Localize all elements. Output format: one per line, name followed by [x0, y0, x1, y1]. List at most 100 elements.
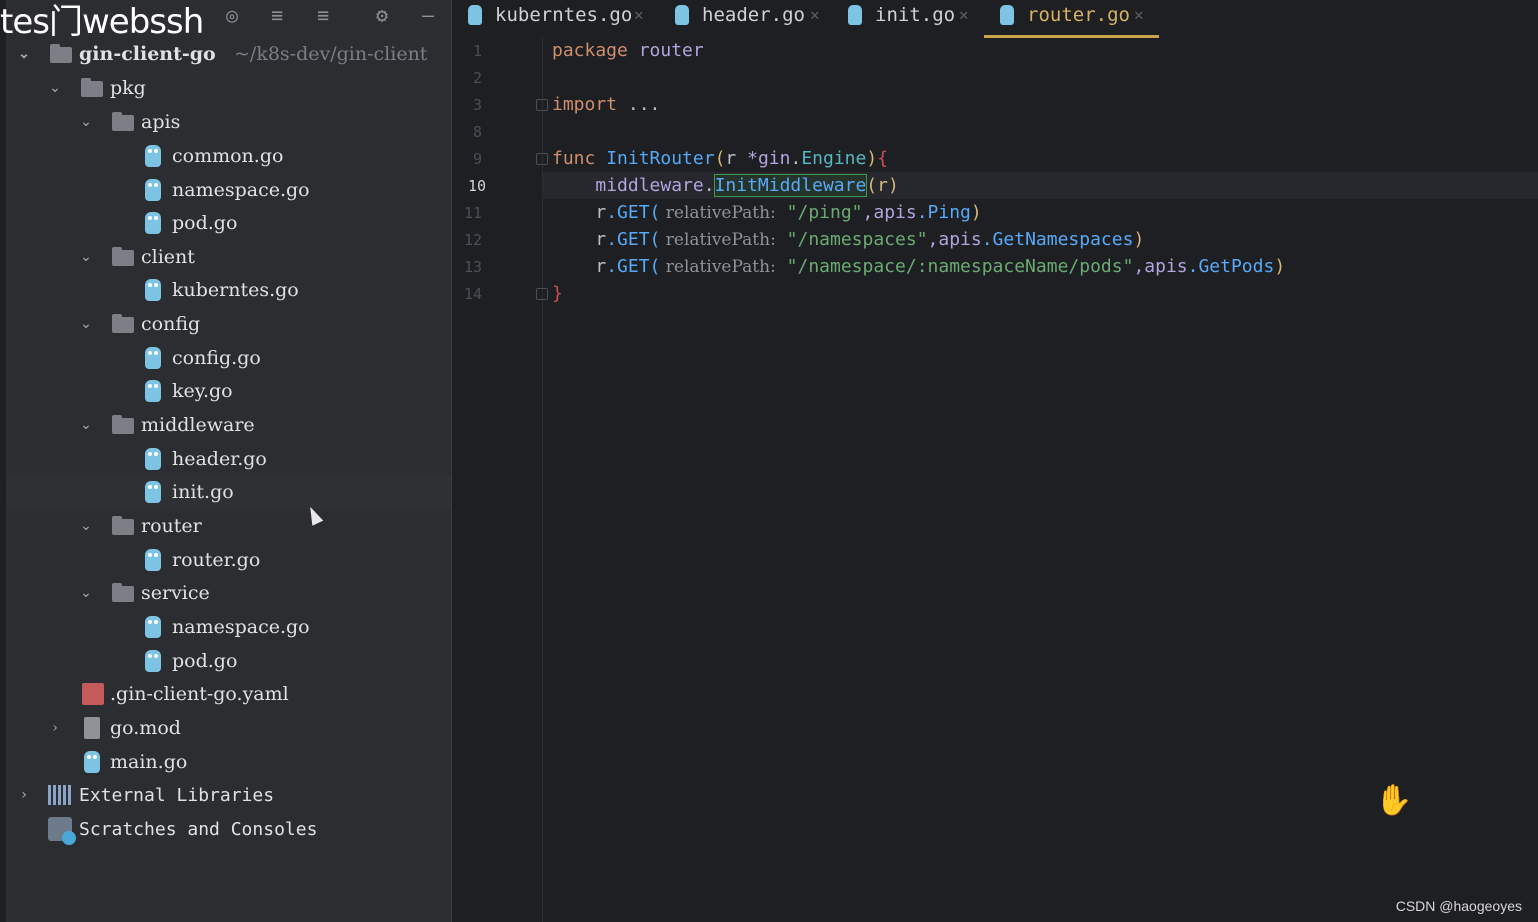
gopher-file-icon [145, 179, 161, 201]
tree-file-common-go[interactable]: common.go [6, 140, 451, 173]
tree-scratches-consoles[interactable]: Scratches and Consoles [6, 813, 451, 846]
code-line-1: package router [552, 40, 704, 61]
folder-icon [112, 112, 134, 131]
expand-all-icon[interactable]: ≡ [265, 2, 289, 28]
string-literal: "/namespace/:namespaceName/pods" [775, 256, 1134, 277]
chevron-right-icon[interactable]: › [16, 779, 32, 812]
tree-file-init-go[interactable]: init.go [6, 476, 451, 509]
tab-router-go[interactable]: router.go ✕ [984, 0, 1159, 38]
tree-folder-service[interactable]: ⌄ service [6, 577, 451, 610]
tree-label: client [141, 246, 195, 268]
line-number: 9 [472, 150, 482, 168]
gopher-file-icon [468, 5, 482, 25]
chevron-down-icon[interactable]: ⌄ [47, 72, 63, 105]
tree-external-libraries[interactable]: › External Libraries [6, 779, 451, 812]
chevron-down-icon[interactable]: ⌄ [78, 577, 94, 610]
gopher-file-icon [1000, 5, 1014, 25]
tree-file-service-namespace-go[interactable]: namespace.go [6, 611, 451, 644]
param-hint: relativePath: [660, 203, 776, 223]
tree-file-key-go[interactable]: key.go [6, 375, 451, 408]
tree-label: Scratches and Consoles [79, 819, 318, 840]
code-line-13: r.GET( relativePath: "/namespace/:namesp… [552, 256, 1285, 277]
chevron-down-icon[interactable]: ⌄ [78, 409, 94, 442]
tree-file-go-mod[interactable]: › go.mod [6, 712, 451, 745]
tab-init-go[interactable]: init.go ✕ [832, 0, 982, 38]
code-line-12: r.GET( relativePath: "/namespaces",apis.… [552, 229, 1144, 250]
tree-file-router-go[interactable]: router.go [6, 544, 451, 577]
chevron-right-icon[interactable]: › [47, 712, 63, 745]
fold-import-icon[interactable] [536, 99, 548, 111]
collapse-all-icon[interactable]: ≡ [311, 2, 335, 28]
code-line-14: } [552, 283, 563, 304]
receiver: r [595, 202, 607, 223]
tab-kuberntes-go[interactable]: kuberntes.go ✕ [452, 0, 657, 38]
minimize-icon[interactable]: — [416, 2, 440, 28]
brace: { [877, 148, 889, 169]
handler-name: .Ping [916, 202, 971, 223]
fold-func-icon[interactable] [536, 153, 548, 165]
gear-icon[interactable]: ⚙ [370, 2, 394, 28]
tab-label: init.go [875, 4, 956, 26]
tree-folder-client[interactable]: ⌄ client [6, 241, 451, 274]
close-icon[interactable]: ✕ [810, 0, 820, 30]
tree-label: apis [141, 111, 181, 133]
yaml-file-icon [82, 683, 104, 705]
target-icon[interactable]: ◎ [220, 2, 244, 28]
tree-file-main-go[interactable]: main.go [6, 746, 451, 779]
chevron-down-icon[interactable]: ⌄ [78, 106, 94, 139]
tree-folder-router[interactable]: ⌄ router [6, 510, 451, 543]
gopher-file-icon [145, 145, 161, 167]
param-hint: relativePath: [660, 257, 776, 277]
folder-icon [112, 583, 134, 602]
highlighted-function-call: InitMiddleware [713, 174, 868, 197]
method: .GET( [606, 256, 661, 277]
tab-header-go[interactable]: header.go ✕ [659, 0, 829, 38]
tree-folder-pkg[interactable]: ⌄ pkg [6, 72, 451, 105]
project-path: ~/k8s-dev/gin-client [234, 43, 428, 65]
tree-folder-middleware[interactable]: ⌄ middleware [6, 409, 451, 442]
gopher-file-icon [145, 380, 161, 402]
tree-label: common.go [172, 145, 284, 167]
close-icon[interactable]: ✕ [959, 0, 969, 30]
gopher-file-icon [84, 751, 100, 773]
type-name: Engine [801, 148, 867, 169]
tree-file-yaml[interactable]: .gin-client-go.yaml [6, 678, 451, 711]
watermark-text: tes门webssh [0, 2, 204, 42]
tree-file-pod-go[interactable]: pod.go [6, 207, 451, 240]
keyword: import [552, 94, 618, 115]
paren: ) [1133, 229, 1145, 250]
chevron-down-icon[interactable]: ⌄ [78, 510, 94, 543]
chevron-down-icon[interactable]: ⌄ [16, 38, 32, 71]
mod-file-icon [84, 717, 100, 739]
gopher-file-icon [145, 616, 161, 638]
close-icon[interactable]: ✕ [634, 0, 644, 30]
paren: ( [714, 148, 726, 169]
dot: . [703, 175, 715, 196]
tree-label: config [141, 313, 201, 335]
hand-cursor-icon: ✋ [1375, 783, 1413, 818]
credit-watermark: CSDN @haogeoyes [1395, 898, 1522, 914]
fold-end-icon[interactable] [536, 288, 548, 300]
line-number: 14 [463, 285, 482, 303]
tree-label: router.go [172, 549, 261, 571]
code-line-10: middleware.InitMiddleware(r) [552, 174, 899, 197]
tree-file-service-pod-go[interactable]: pod.go [6, 645, 451, 678]
tree-folder-config[interactable]: ⌄ config [6, 308, 451, 341]
tree-file-header-go[interactable]: header.go [6, 443, 451, 476]
tree-file-namespace-go[interactable]: namespace.go [6, 174, 451, 207]
chevron-down-icon[interactable]: ⌄ [78, 241, 94, 274]
close-icon[interactable]: ✕ [1134, 0, 1144, 30]
tree-folder-apis[interactable]: ⌄ apis [6, 106, 451, 139]
chevron-down-icon[interactable]: ⌄ [78, 308, 94, 341]
tree-file-kuberntes-go[interactable]: kuberntes.go [6, 274, 451, 307]
tree-label: namespace.go [172, 616, 310, 638]
code-line-11: r.GET( relativePath: "/ping",apis.Ping) [552, 202, 981, 223]
tree-root-gin-client-go[interactable]: ⌄ gin-client-go ~/k8s-dev/gin-client [6, 38, 451, 71]
tree-label: service [141, 582, 210, 604]
tree-label: pod.go [172, 212, 238, 234]
handler-name: .GetPods [1187, 256, 1275, 277]
tree-file-config-go[interactable]: config.go [6, 342, 451, 375]
tree-label: init.go [172, 481, 234, 503]
package-name: router [638, 40, 704, 61]
folded-imports[interactable]: ... [617, 94, 661, 115]
